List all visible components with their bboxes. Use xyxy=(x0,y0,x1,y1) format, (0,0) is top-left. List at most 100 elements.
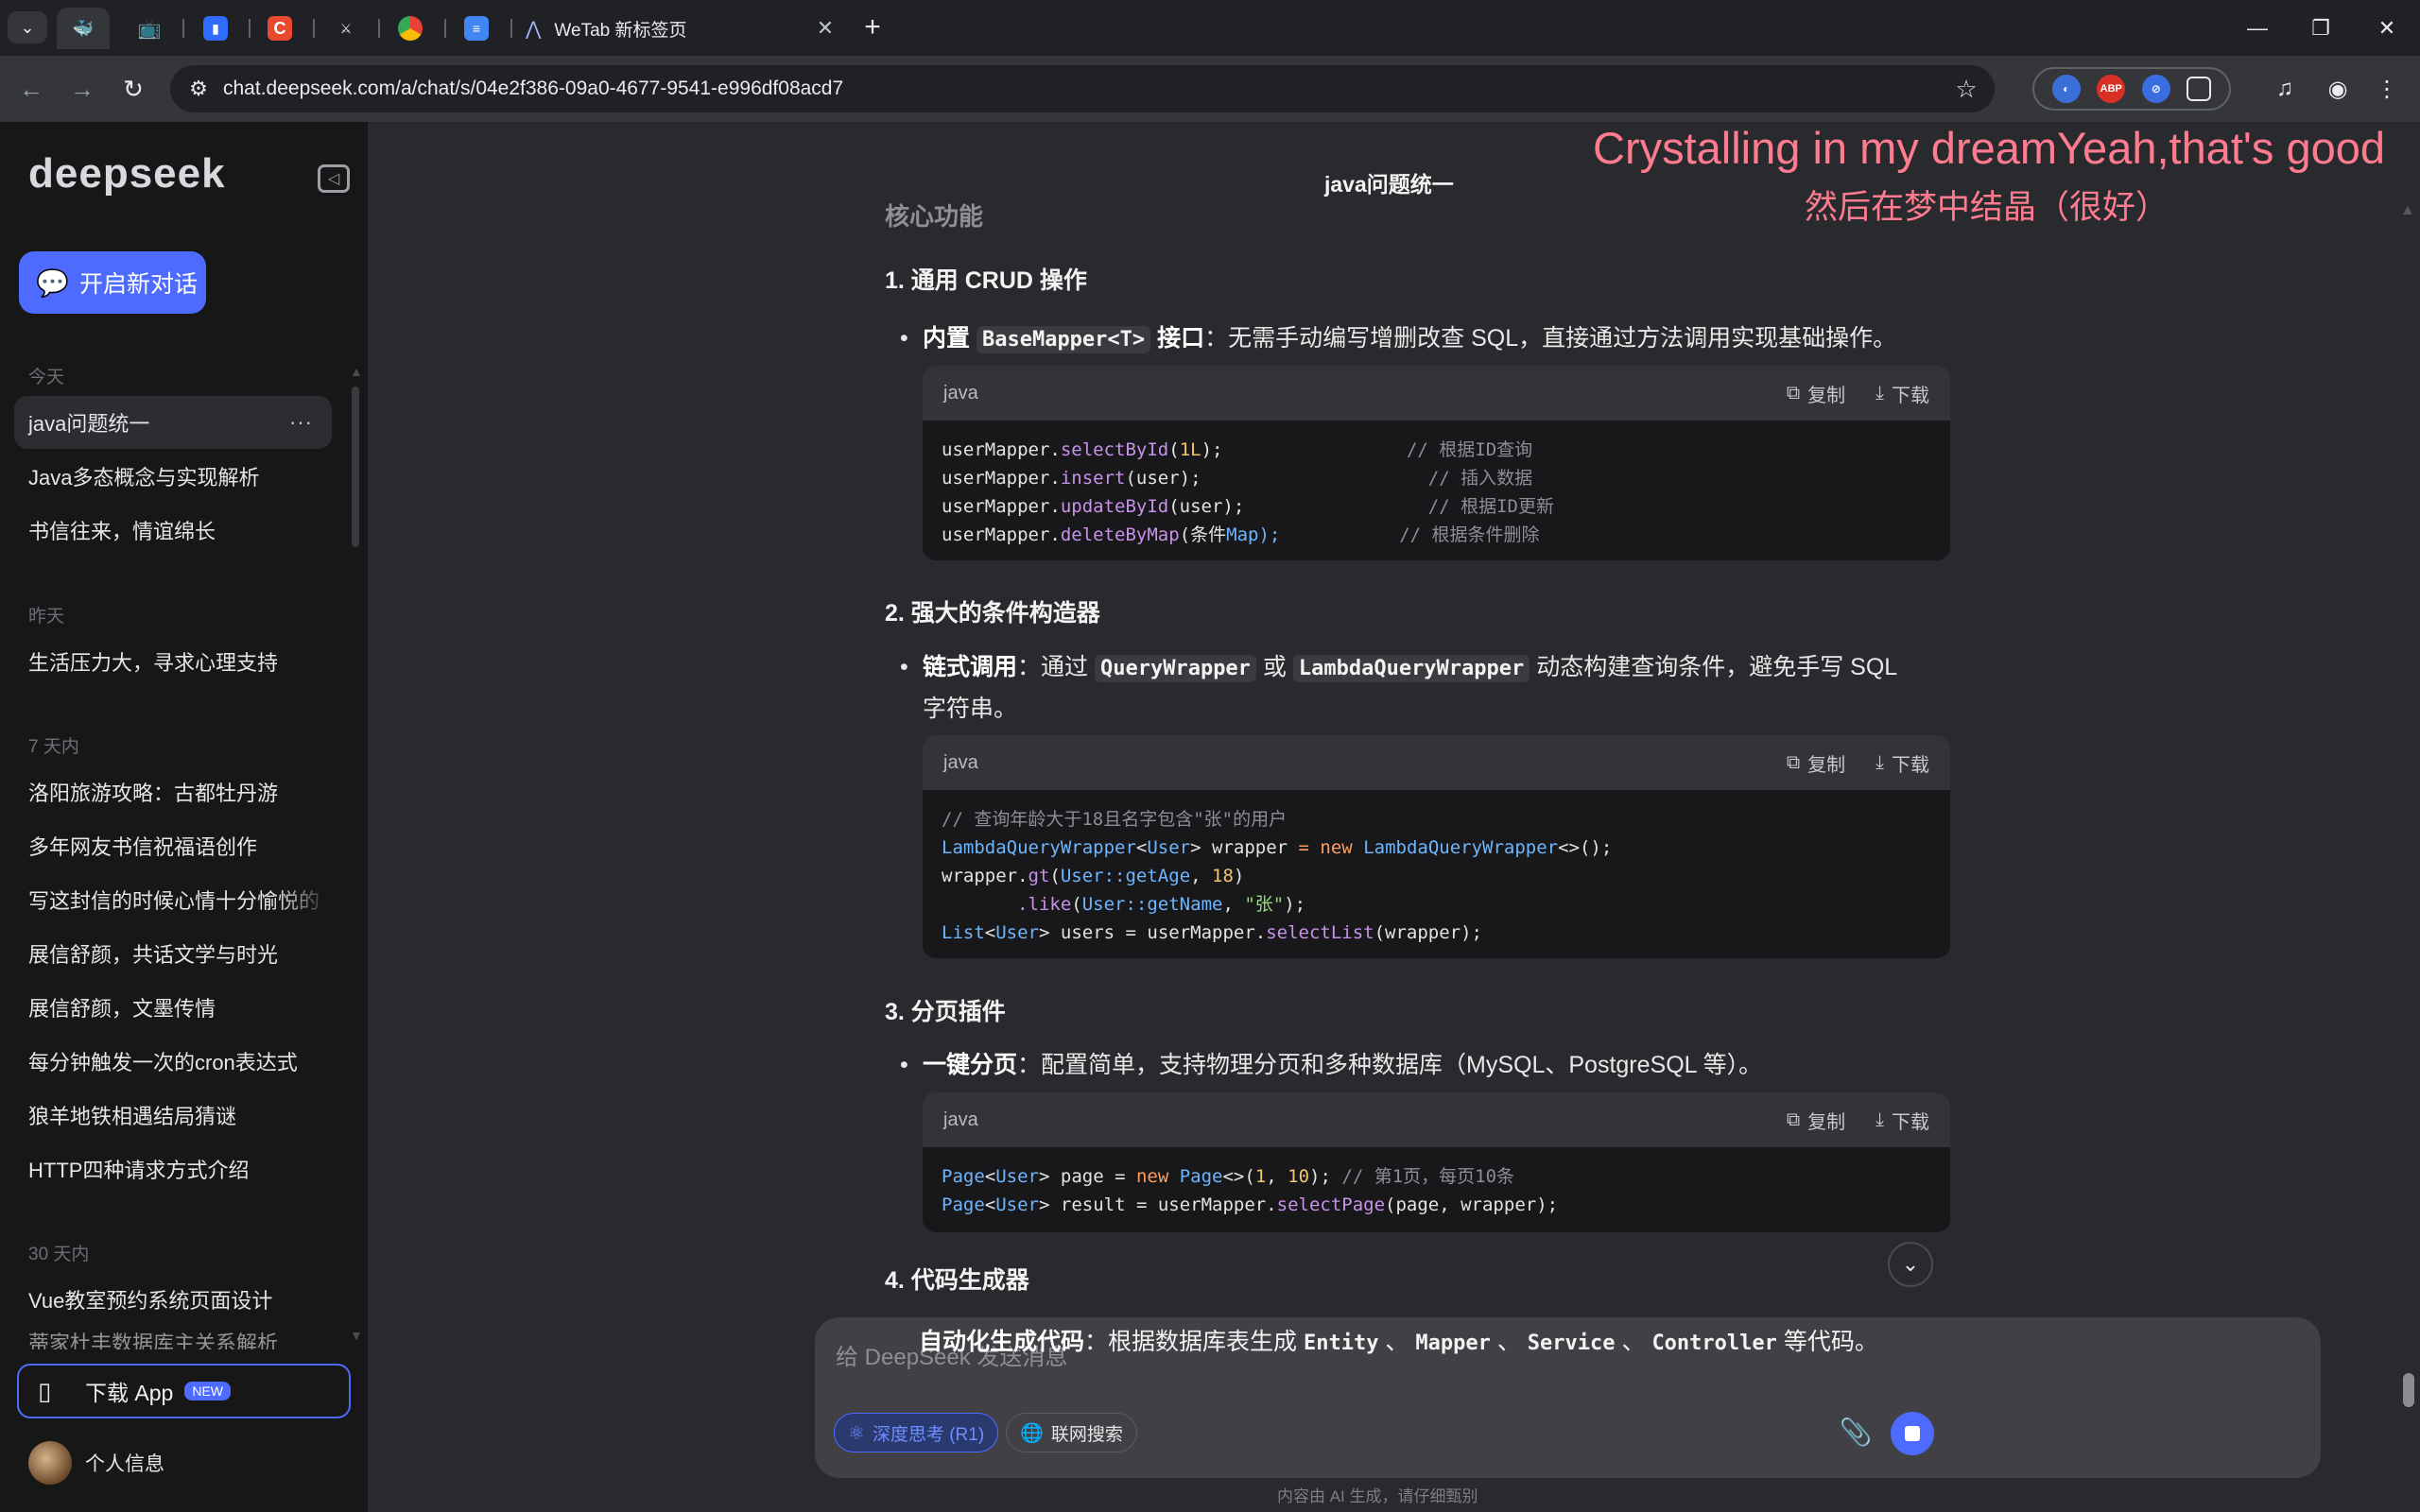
tab-bookmark[interactable]: ▮ xyxy=(189,8,242,49)
history-item[interactable]: HTTP四种请求方式介绍 xyxy=(14,1143,332,1195)
profile-label: 个人信息 xyxy=(85,1453,164,1475)
group-label-30days: 30 天内 xyxy=(28,1245,90,1264)
code-language: java xyxy=(943,751,978,773)
tab-wetab[interactable]: ⋀ WeTab 新标签页 ✕ xyxy=(518,8,839,49)
sidebar-scrollbar[interactable] xyxy=(352,387,359,547)
phone-icon: ▯ xyxy=(38,1376,52,1405)
scroll-to-bottom-button[interactable]: ⌄ xyxy=(1888,1242,1933,1287)
tab-docs[interactable]: ≡ xyxy=(450,8,503,49)
copy-icon: ⧉ xyxy=(1786,751,1801,773)
download-app-button[interactable]: ▯ 下载 App NEW xyxy=(17,1364,351,1418)
group-label-yesterday: 昨天 xyxy=(28,607,65,627)
copy-code-button[interactable]: ⧉ 复制 xyxy=(1787,380,1845,407)
history-item[interactable]: Vue教室预约系统页面设计 xyxy=(14,1273,332,1326)
download-code-button[interactable]: ⤓ 下载 xyxy=(1876,749,1929,777)
history-item[interactable]: 书信往来，情谊绵长 xyxy=(14,504,332,557)
collapse-sidebar-icon[interactable]: ◁ xyxy=(318,164,350,193)
history-item[interactable]: 生活压力大，寻求心理支持 xyxy=(14,635,332,688)
slash-extension-icon[interactable]: ⊘ xyxy=(2141,75,2170,103)
wetab-tab-label: WeTab 新标签页 xyxy=(554,20,687,41)
tab-deepseek[interactable]: 🐳 xyxy=(57,8,110,49)
minimize-button[interactable]: — xyxy=(2229,9,2286,47)
code-block-header: java ⧉ 复制 ⤓ 下载 xyxy=(923,1092,1950,1147)
restore-button[interactable]: ❐ xyxy=(2292,9,2349,47)
list-item: 自动化生成代码：根据数据库表生成 Entity 、 Mapper 、 Servi… xyxy=(919,1329,1878,1355)
history-item[interactable]: 狼羊地铁相遇结局猜谜 xyxy=(14,1089,332,1142)
history-item-active[interactable]: java问题统一 ··· xyxy=(14,396,332,449)
site-info-icon[interactable]: ⚙ xyxy=(180,77,217,101)
tab-chrome[interactable] xyxy=(384,8,437,49)
translate-extension-icon[interactable]: ◐ xyxy=(2051,75,2081,103)
media-control-icon[interactable]: ♫ xyxy=(2267,71,2303,107)
desktop-lyric-chinese: 然后在梦中结晶（很好） xyxy=(1805,189,2169,226)
chat-main: java问题统一 Crystalling in my dreamYeah,tha… xyxy=(368,122,2420,1512)
profile-icon[interactable]: ◉ xyxy=(2320,71,2356,107)
new-chat-button[interactable]: 💬 开启新对话 xyxy=(19,251,206,314)
close-tab-icon[interactable]: ✕ xyxy=(811,16,839,41)
history-item[interactable]: 多年网友书信祝福语创作 xyxy=(14,819,332,872)
ai-disclaimer: 内容由 AI 生成，请仔细甄别 xyxy=(1277,1487,1478,1505)
history-item[interactable]: 蒂家杜丰数据库主关系解析 xyxy=(14,1327,332,1349)
code-content: userMapper.selectById(1L); // 根据ID查询 use… xyxy=(942,439,1554,545)
history-item[interactable]: 洛阳旅游攻略：古都牡丹游 xyxy=(14,765,332,818)
main-scrollbar[interactable] xyxy=(2403,1373,2414,1407)
scroll-down-arrow-icon[interactable]: ▼ xyxy=(350,1328,363,1343)
atom-icon: ⚛ xyxy=(848,1422,865,1444)
tab-bilibili[interactable]: 📺 xyxy=(123,8,176,49)
deepseek-logo: deepseek xyxy=(28,150,226,197)
sword-icon: ⚔ xyxy=(339,20,353,36)
chevron-down-icon: ⌄ xyxy=(20,17,35,37)
download-icon: ⤓ xyxy=(1876,1108,1884,1130)
tab-sword[interactable]: ⚔ xyxy=(320,8,372,49)
group-label-today: 今天 xyxy=(28,368,65,387)
history-item[interactable]: 写这封信的时候心情十分愉悦的 xyxy=(14,873,332,926)
sidebar: deepseek ◁ 💬 开启新对话 今天 java问题统一 ··· Java多… xyxy=(0,122,368,1512)
back-button[interactable]: ← xyxy=(13,71,49,107)
copy-icon: ⧉ xyxy=(1786,382,1801,404)
history-item[interactable]: 每分钟触发一次的cron表达式 xyxy=(14,1035,332,1088)
bookmark-star-icon[interactable]: ☆ xyxy=(1947,75,1985,104)
deep-think-toggle[interactable]: ⚛ 深度思考 (R1) xyxy=(834,1413,999,1452)
download-icon: ⤓ xyxy=(1876,382,1884,404)
tab-search-button[interactable]: ⌄ xyxy=(8,11,47,43)
browser-menu-icon[interactable]: ⋮ xyxy=(2369,71,2405,107)
stop-icon xyxy=(1905,1426,1920,1441)
deepseek-icon: 🐳 xyxy=(72,18,95,38)
history-item[interactable]: Java多态概念与实现解析 xyxy=(14,450,332,503)
wetab-icon: ⋀ xyxy=(526,18,542,40)
code-language: java xyxy=(943,382,978,404)
download-code-button[interactable]: ⤓ 下载 xyxy=(1876,380,1929,407)
download-app-label: 下载 App xyxy=(85,1381,174,1405)
attach-file-icon[interactable]: 📎 xyxy=(1839,1417,1873,1451)
reload-button[interactable]: ↻ xyxy=(115,71,151,107)
new-badge: NEW xyxy=(184,1382,231,1400)
bookmark-icon: ▮ xyxy=(203,16,228,41)
list-item: 一键分页：配置简单，支持物理分页和多种数据库（MySQL、PostgreSQL … xyxy=(900,1045,1906,1086)
copy-code-button[interactable]: ⧉ 复制 xyxy=(1787,1107,1845,1134)
section-heading: 核心功能 xyxy=(885,202,984,231)
chrome-icon xyxy=(398,16,423,41)
forward-button[interactable]: → xyxy=(64,71,100,107)
more-options-icon[interactable]: ··· xyxy=(289,410,313,435)
puzzle-extensions-icon[interactable] xyxy=(2187,77,2212,101)
web-search-toggle[interactable]: 🌐 联网搜索 xyxy=(1006,1413,1137,1452)
tab-c[interactable]: C xyxy=(253,8,306,49)
profile-button[interactable]: 个人信息 xyxy=(28,1441,164,1485)
message-composer: 给 DeepSeek 发送消息 自动化生成代码：根据数据库表生成 Entity … xyxy=(815,1317,2321,1478)
close-window-button[interactable]: ✕ xyxy=(2359,9,2415,47)
c-icon: C xyxy=(268,16,292,41)
stop-generation-button[interactable] xyxy=(1891,1412,1934,1455)
docs-icon: ≡ xyxy=(464,16,489,41)
download-code-button[interactable]: ⤓ 下载 xyxy=(1876,1107,1929,1134)
code-language: java xyxy=(943,1108,978,1130)
history-item[interactable]: 展信舒颜，共话文学与时光 xyxy=(14,927,332,980)
adblock-extension-icon[interactable]: ABP xyxy=(2097,75,2126,103)
new-tab-button[interactable]: + xyxy=(856,11,890,45)
scroll-up-arrow-icon[interactable]: ▲ xyxy=(2400,202,2415,219)
url-text[interactable]: chat.deepseek.com/a/chat/s/04e2f386-09a0… xyxy=(223,77,1947,100)
address-bar[interactable]: ⚙ chat.deepseek.com/a/chat/s/04e2f386-09… xyxy=(170,65,1995,112)
copy-code-button[interactable]: ⧉ 复制 xyxy=(1787,749,1845,777)
list-item: 内置 BaseMapper<T> 接口：无需手动编写增删改查 SQL，直接通过方… xyxy=(900,318,1906,360)
history-item[interactable]: 展信舒颜，文墨传情 xyxy=(14,981,332,1034)
scroll-up-arrow-icon[interactable]: ▲ xyxy=(350,364,363,379)
